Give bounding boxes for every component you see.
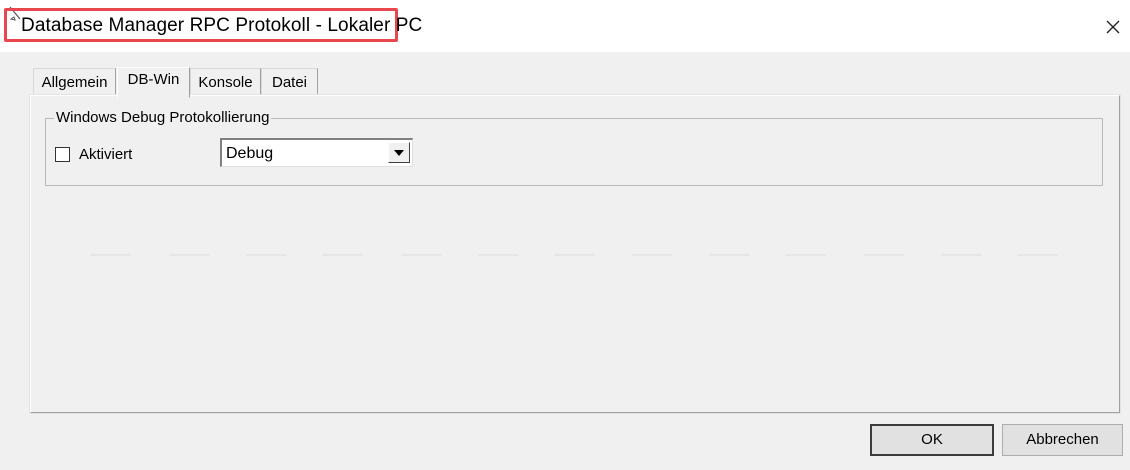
tab-konsole[interactable]: Konsole bbox=[190, 68, 261, 96]
close-icon bbox=[1106, 20, 1120, 34]
divider bbox=[1018, 254, 1058, 256]
dropdown-button[interactable] bbox=[388, 142, 410, 163]
divider bbox=[941, 254, 981, 256]
dialog-body: Allgemein DB-Win Konsole Datei Windows D… bbox=[0, 52, 1130, 470]
tab-label: DB-Win bbox=[127, 71, 180, 88]
select-value: Debug bbox=[226, 145, 274, 162]
window-title: Database Manager RPC Protokoll - Lokaler… bbox=[21, 15, 423, 36]
divider bbox=[401, 254, 441, 256]
activated-label[interactable]: Aktiviert bbox=[79, 146, 132, 163]
divider bbox=[323, 254, 363, 256]
tab-allgemein[interactable]: Allgemein bbox=[33, 68, 116, 96]
title-bar: Database Manager RPC Protokoll - Lokaler… bbox=[0, 0, 1130, 52]
divider bbox=[478, 254, 518, 256]
tab-db-win[interactable]: DB-Win bbox=[117, 67, 190, 98]
divider bbox=[555, 254, 595, 256]
ok-button[interactable]: OK bbox=[870, 424, 994, 456]
tab-label: Konsole bbox=[198, 74, 253, 91]
debug-logging-group: Windows Debug Protokollierung Aktiviert … bbox=[45, 109, 1103, 186]
tab-panel-db-win: Windows Debug Protokollierung Aktiviert … bbox=[30, 95, 1120, 413]
divider bbox=[246, 254, 286, 256]
cancel-button[interactable]: Abbrechen bbox=[1002, 424, 1123, 456]
chevron-down-icon bbox=[394, 149, 404, 156]
log-level-select[interactable]: Debug bbox=[220, 138, 413, 167]
close-button[interactable] bbox=[1098, 12, 1128, 42]
divider bbox=[864, 254, 904, 256]
divider bbox=[786, 254, 826, 256]
divider bbox=[169, 254, 209, 256]
tab-datei[interactable]: Datei bbox=[261, 68, 318, 96]
tab-label: Allgemein bbox=[41, 74, 108, 91]
divider bbox=[709, 254, 749, 256]
divider bbox=[91, 254, 131, 256]
group-title: Windows Debug Protokollierung bbox=[54, 109, 272, 126]
tab-label: Datei bbox=[271, 74, 308, 91]
divider bbox=[632, 254, 672, 256]
activated-checkbox[interactable] bbox=[55, 147, 70, 162]
